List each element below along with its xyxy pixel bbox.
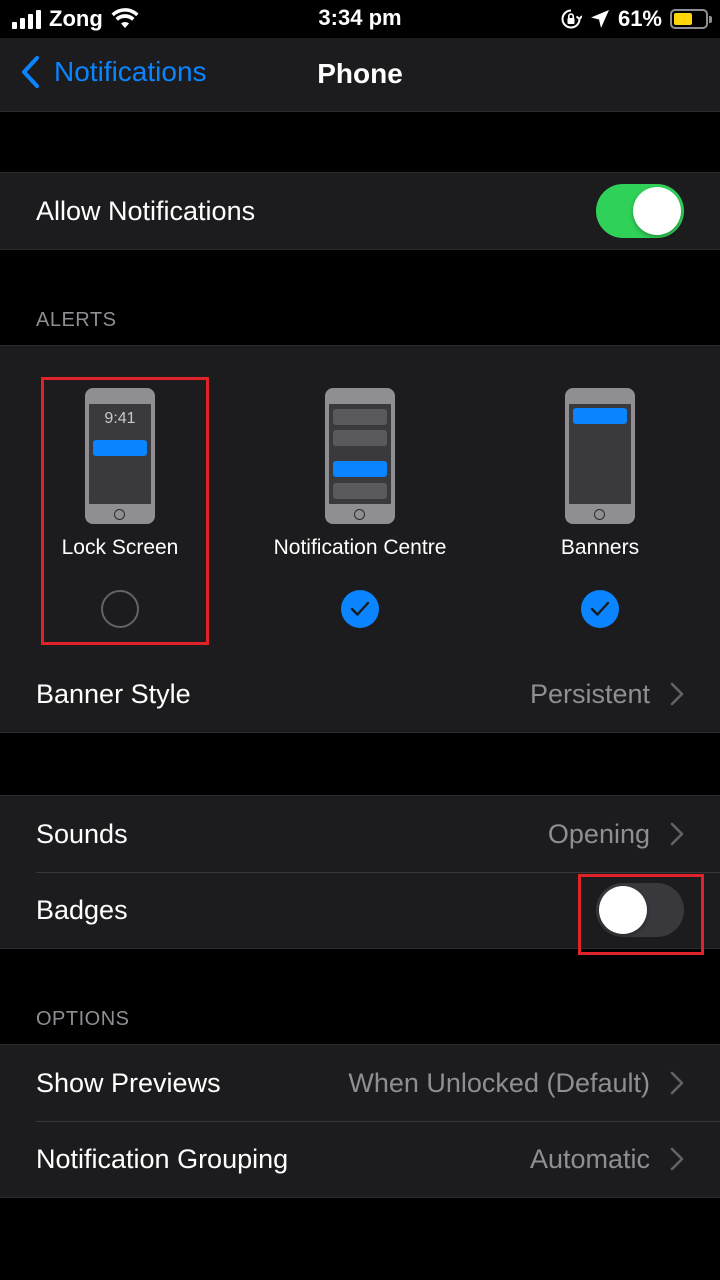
banners-phone-icon	[565, 388, 635, 524]
allow-notifications-toggle[interactable]	[596, 184, 684, 238]
allow-notifications-label: Allow Notifications	[36, 195, 256, 226]
alerts-section-header: ALERTS	[36, 309, 117, 331]
location-arrow-icon	[590, 10, 609, 28]
banner-style-label: Banner Style	[36, 678, 191, 709]
status-bar: Zong 3:34 pm 61%	[0, 0, 720, 38]
settings-screen: Zong 3:34 pm 61% Notifications Phone All…	[0, 0, 720, 1280]
checkmark-icon	[350, 601, 370, 616]
toggle-knob	[633, 187, 681, 235]
navigation-bar: Notifications Phone	[0, 38, 720, 112]
notification-centre-phone-icon	[325, 388, 395, 524]
options-group: Show Previews When Unlocked (Default) No…	[0, 1044, 720, 1198]
notification-centre-option[interactable]: Notification Centre	[240, 346, 480, 656]
banner-style-row[interactable]: Banner Style Persistent	[0, 656, 720, 732]
notification-grouping-label: Notification Grouping	[36, 1143, 289, 1174]
chevron-right-icon	[670, 682, 684, 706]
chevron-right-icon	[670, 822, 684, 846]
badges-toggle-highlight-box	[578, 874, 704, 955]
page-title: Phone	[317, 58, 403, 89]
battery-icon	[670, 9, 712, 29]
notification-grouping-row[interactable]: Notification Grouping Automatic	[0, 1121, 720, 1197]
battery-level	[674, 13, 693, 25]
notification-centre-checkmark[interactable]	[341, 590, 379, 628]
allow-notifications-group: Allow Notifications	[0, 172, 720, 250]
sounds-label: Sounds	[36, 818, 128, 849]
battery-percentage: 61%	[617, 6, 662, 31]
lock-screen-highlight-box	[41, 377, 209, 645]
allow-notifications-row: Allow Notifications	[0, 173, 720, 249]
sounds-value: Opening	[547, 818, 650, 849]
chevron-right-icon	[670, 1147, 684, 1171]
badges-label: Badges	[36, 894, 128, 925]
show-previews-row[interactable]: Show Previews When Unlocked (Default)	[0, 1045, 720, 1121]
banner-style-value: Persistent	[529, 678, 650, 709]
show-previews-value: When Unlocked (Default)	[348, 1067, 650, 1098]
show-previews-label: Show Previews	[36, 1067, 221, 1098]
chevron-right-icon	[670, 1071, 684, 1095]
banners-checkmark[interactable]	[581, 590, 619, 628]
notification-grouping-value: Automatic	[529, 1143, 650, 1174]
banners-label: Banners	[560, 536, 640, 559]
status-right: 61%	[560, 6, 712, 32]
orientation-lock-icon	[561, 9, 582, 29]
checkmark-icon	[590, 601, 610, 616]
sounds-row[interactable]: Sounds Opening	[0, 796, 720, 872]
options-section-header: OPTIONS	[36, 1008, 130, 1030]
banners-option[interactable]: Banners	[480, 346, 720, 656]
notification-centre-label: Notification Centre	[273, 536, 447, 559]
